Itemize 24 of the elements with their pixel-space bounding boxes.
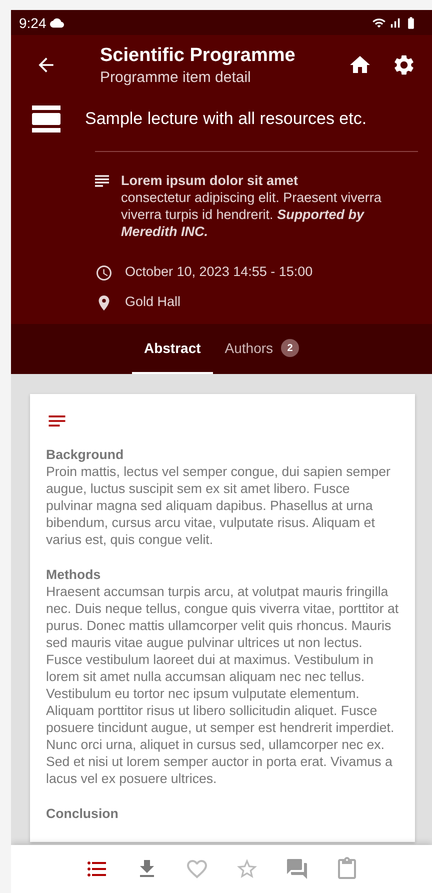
lecture-title: Sample lecture with all resources etc. bbox=[85, 109, 367, 129]
chat-icon bbox=[284, 857, 308, 881]
tab[interactable]: Authors 2 bbox=[212, 324, 312, 374]
wifi-icon bbox=[372, 16, 386, 30]
clock-icon bbox=[95, 264, 113, 282]
section-heading: Conclusion bbox=[46, 805, 120, 822]
datetime-text: October 10, 2023 14:55 - 15:00 bbox=[125, 264, 313, 279]
section-heading: Background bbox=[46, 446, 125, 463]
section-text: Proin mattis, lectus vel semper congue, dui sapien semper augue, luctus suscipit sem ex sit amet libero. Fusce pulvinar magna sed aliquam dapibus. Phasellus at urna bibendum, cursus arcu vitae, vulputate risus. Aliquam et varius est, quis congue velit. bbox=[46, 463, 392, 548]
description-text: consectetur adipiscing elit. Praesent viverra viverra turpis id hendrerit. Supported by Meredith INC. bbox=[121, 189, 382, 240]
heart-icon bbox=[184, 857, 208, 881]
app-subtitle: Programme item detail bbox=[100, 68, 252, 86]
signal-icon bbox=[388, 16, 402, 30]
status-time: 9:24 bbox=[19, 14, 46, 30]
count-badge: 2 bbox=[281, 339, 300, 357]
location-text: Gold Hall bbox=[125, 294, 181, 309]
section-text: Hraesent accumsan turpis arcu, at volutpat mauris fringilla nec. Duis neque tellus, congue quis viverra vitae, porttitor at purus. Donec mattis ullamcorper velit quis rhoncus. Mauris sed mauris vitae augue pulvinar ultrices ut non lectus. Fusce vestibulum laoreet dui at maximus. Vestibulum in lorem sit amet nulla accumsan aliquam nec nec tellus. Vestibulum eu tortor nec ipsum vulputate elementum. Aliquam porttitor risus ut libero sollicitudin aliquet. Fusce posuere tincidunt augue, ut semper est hendrerit imperdiet. Nunc orci urna, aliquet in cursus sed, ullamcorper nec ex. Sed et nisi ut lorem semper auctor in porta erat. Vivamus a lacus vel ex posuere ultrices. bbox=[46, 583, 399, 787]
app-title: Scientific Programme bbox=[100, 44, 296, 66]
tab[interactable]: Abstract bbox=[132, 324, 213, 374]
section-heading: Methods bbox=[46, 566, 102, 583]
description-icon bbox=[95, 175, 109, 187]
description-heading: Lorem ipsum dolor sit amet bbox=[121, 172, 300, 189]
settings-icon bbox=[392, 53, 416, 77]
cloud-icon bbox=[50, 16, 64, 30]
